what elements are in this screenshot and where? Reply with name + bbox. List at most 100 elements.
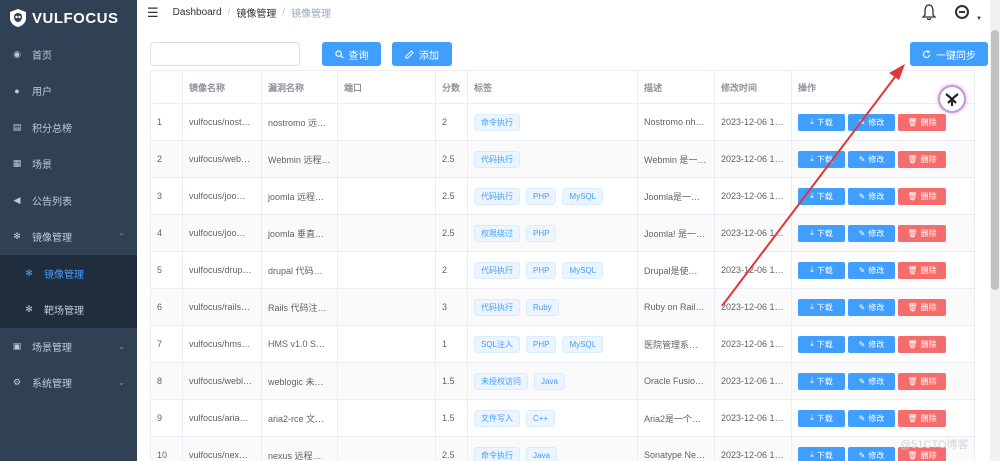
table-row[interactable]: 2 vulfocus/web… Webmin 远程… 2.5 代码执行 Webmin 是一… — [150, 141, 975, 178]
table-row[interactable]: 5 vulfocus/drup… drupal 代码… 2 代码执行 PHP MySQL Dr… — [150, 252, 975, 289]
tag-badge: MySQL — [562, 261, 604, 279]
avatar[interactable] — [955, 5, 969, 19]
edit-icon: ✎ — [858, 302, 866, 312]
cell-actions: ⤓ 下载 ✎ 修改 🗑 删除 — [792, 178, 975, 214]
sidebar-item-1[interactable]: ● 用户 — [0, 73, 137, 110]
delete-button[interactable]: 🗑 删除 — [898, 113, 946, 131]
download-icon: ⤓ — [810, 154, 814, 163]
edit-button[interactable]: ✎ 修改 — [848, 224, 895, 242]
sidebar-item-6[interactable]: ✻ 镜像管理 — [0, 255, 137, 292]
delete-button[interactable]: 🗑 删除 — [898, 261, 946, 279]
download-button[interactable]: ⤓ 下载 — [798, 261, 845, 279]
edit-button[interactable]: ✎ 修改 — [848, 446, 895, 461]
download-button[interactable]: ⤓ 下载 — [798, 187, 845, 205]
sidebar-item-4[interactable]: ◀ 公告列表 — [0, 182, 137, 219]
caret-down-icon[interactable]: ▼ — [976, 16, 982, 22]
table-row[interactable]: 8 vulfocus/webl… weblogic 未… 1.5 未授权访问 Java Or… — [150, 363, 975, 400]
tag-badge: 代码执行 — [474, 150, 520, 168]
scrollbar[interactable] — [990, 0, 1000, 461]
download-button[interactable]: ⤓ 下载 — [798, 409, 845, 427]
sidebar-item-9[interactable]: ⚙ 系统管理 ⌄ — [0, 365, 137, 402]
trash-icon: 🗑 — [907, 265, 918, 275]
delete-button[interactable]: 🗑 删除 — [898, 224, 946, 242]
cell-vuln: HMS v1.0 S… — [262, 326, 338, 362]
sidebar-item-3[interactable]: ▦ 场景 — [0, 146, 137, 183]
delete-button[interactable]: 🗑 删除 — [898, 409, 946, 427]
download-button[interactable]: ⤓ 下载 — [798, 335, 845, 353]
edit-button[interactable]: ✎ 修改 — [848, 113, 895, 131]
toolbar: 查询 添加 一键同步 — [150, 42, 1000, 66]
table-row[interactable]: 7 vulfocus/hms… HMS v1.0 S… 1 SQL注入 PHP MySQL 医… — [150, 326, 975, 363]
sidebar-item-0[interactable]: ◉ 首页 — [0, 36, 137, 73]
delete-button-label: 删除 — [920, 376, 937, 386]
download-button[interactable]: ⤓ 下载 — [798, 150, 845, 168]
edit-button[interactable]: ✎ 修改 — [848, 261, 895, 279]
floating-badge-icon[interactable] — [938, 85, 966, 113]
download-button[interactable]: ⤓ 下载 — [798, 298, 845, 316]
add-button[interactable]: 添加 — [392, 42, 452, 66]
cell-vuln: aria2-rce 文… — [262, 400, 338, 436]
trash-icon: 🗑 — [907, 302, 918, 312]
download-button[interactable]: ⤓ 下载 — [798, 224, 845, 242]
breadcrumb-item-image-mgmt[interactable]: 镜像管理 — [236, 5, 276, 20]
search-input[interactable] — [150, 42, 300, 66]
cell-port — [338, 141, 436, 177]
sidebar-item-5[interactable]: ✻ 镜像管理 ⌃ — [0, 219, 137, 256]
sidebar-item-label: 场景 — [32, 160, 52, 172]
table-row[interactable]: 6 vulfocus/rails… Rails 代码注… 3 代码执行 Ruby Ruby … — [150, 289, 975, 326]
edit-button-label: 修改 — [868, 339, 885, 349]
edit-button-label: 修改 — [868, 154, 885, 164]
cell-image: vulfocus/webl… — [183, 363, 262, 399]
scrollbar-thumb[interactable] — [991, 30, 999, 290]
cell-tags: SQL注入 PHP MySQL — [468, 326, 638, 362]
cell-id: 10 — [150, 437, 183, 461]
add-button-label: 添加 — [419, 50, 439, 62]
edit-button-label: 修改 — [868, 413, 885, 423]
edit-button[interactable]: ✎ 修改 — [848, 409, 895, 427]
edit-button[interactable]: ✎ 修改 — [848, 187, 895, 205]
edit-button[interactable]: ✎ 修改 — [848, 150, 895, 168]
delete-button[interactable]: 🗑 删除 — [898, 335, 946, 353]
table-row[interactable]: 4 vulfocus/joo… joomla 垂直… 2.5 权限绕过 PHP Joomla… — [150, 215, 975, 252]
download-button[interactable]: ⤓ 下载 — [798, 372, 845, 390]
bell-icon[interactable] — [922, 4, 936, 20]
sync-all-button[interactable]: 一键同步 — [910, 42, 988, 66]
table-header-index — [150, 71, 183, 103]
table-row[interactable]: 1 vulfocus/nost… nostromo 远… 2 命令执行 Nostromo … — [150, 104, 975, 141]
tag-badge: 权限绕过 — [474, 224, 520, 242]
hamburger-icon[interactable]: ☰ — [147, 6, 159, 19]
cell-desc: Joomla是一… — [638, 178, 715, 214]
sidebar-item-2[interactable]: ▤ 积分总榜 — [0, 109, 137, 146]
cell-vuln: drupal 代码… — [262, 252, 338, 288]
delete-button[interactable]: 🗑 删除 — [898, 372, 946, 390]
breadcrumb-item-current: 镜像管理 — [291, 9, 332, 20]
table-row[interactable]: 9 vulfocus/aria… aria2-rce 文… 1.5 文件写入 C++ Ari… — [150, 400, 975, 437]
breadcrumb-item-dashboard[interactable]: Dashboard — [173, 7, 222, 18]
cell-image: vulfocus/joo… — [183, 178, 262, 214]
sidebar-item-8[interactable]: ▣ 场景管理 ⌄ — [0, 328, 137, 365]
edit-button[interactable]: ✎ 修改 — [848, 335, 895, 353]
table-row[interactable]: 10 vulfocus/nex… nexus 远程… 2.5 命令执行 Java Sonat… — [150, 437, 975, 461]
chevron-down-icon: ⌄ — [118, 378, 125, 388]
edit-button-label: 修改 — [868, 376, 885, 386]
query-button[interactable]: 查询 — [322, 42, 381, 66]
download-button[interactable]: ⤓ 下载 — [798, 113, 845, 131]
tag-badge: MySQL — [562, 187, 604, 205]
tag-badge: PHP — [526, 335, 557, 353]
cell-score: 1.5 — [436, 363, 468, 399]
cell-vuln: Rails 代码注… — [262, 289, 338, 325]
sidebar-item-7[interactable]: ✻ 靶场管理 — [0, 291, 137, 328]
delete-button[interactable]: 🗑 删除 — [898, 298, 946, 316]
image-table: 镜像名称 漏洞名称 端口 分数 标签 描述 修改时间 操作 1 vulfocus/… — [150, 70, 975, 461]
app-logo[interactable]: VULFOCUS — [0, 0, 137, 36]
cell-id: 1 — [150, 104, 183, 140]
delete-button[interactable]: 🗑 删除 — [898, 187, 946, 205]
cell-score: 2 — [436, 104, 468, 140]
edit-button[interactable]: ✎ 修改 — [848, 298, 895, 316]
table-row[interactable]: 3 vulfocus/joo… joomla 远程… 2.5 代码执行 PHP MySQL J… — [150, 178, 975, 215]
download-button[interactable]: ⤓ 下载 — [798, 446, 845, 461]
query-button-label: 查询 — [348, 50, 369, 62]
delete-button[interactable]: 🗑 删除 — [898, 150, 946, 168]
edit-button[interactable]: ✎ 修改 — [848, 372, 895, 390]
trash-icon: 🗑 — [907, 154, 918, 164]
